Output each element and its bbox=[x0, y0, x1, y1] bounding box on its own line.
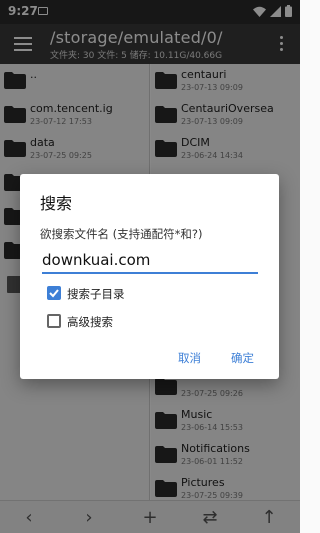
search-subdir-label[interactable]: 搜索子目录 bbox=[67, 286, 125, 302]
advanced-search-checkbox[interactable] bbox=[47, 314, 61, 328]
search-input[interactable] bbox=[42, 250, 258, 274]
advanced-search-label[interactable]: 高级搜索 bbox=[67, 314, 113, 330]
search-prompt: 欲搜索文件名 (支持通配符*和?) bbox=[40, 227, 203, 241]
checkmark-icon bbox=[49, 289, 59, 298]
search-subdir-checkbox[interactable] bbox=[47, 286, 61, 300]
ok-button[interactable]: 确定 bbox=[231, 350, 254, 366]
dialog-title: 搜索 bbox=[40, 194, 73, 213]
cancel-button[interactable]: 取消 bbox=[178, 350, 201, 366]
search-dialog: 搜索 欲搜索文件名 (支持通配符*和?) 搜索子目录 高级搜索 取消 确定 bbox=[20, 174, 279, 379]
